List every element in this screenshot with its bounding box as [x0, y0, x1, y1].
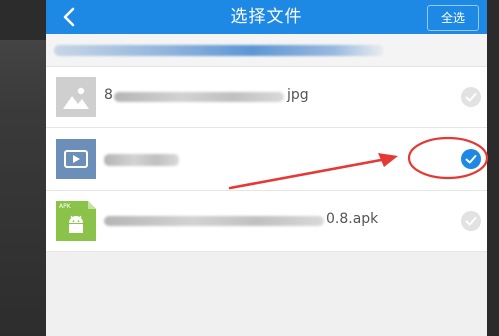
file-row[interactable]: 8 jpg [46, 67, 487, 128]
select-checkbox[interactable] [461, 87, 481, 107]
file-extension: jpg [287, 87, 309, 103]
select-checkbox-checked[interactable] [461, 149, 481, 169]
file-name-prefix: 8 [104, 87, 113, 103]
image-icon [56, 77, 96, 117]
file-name-blurred [114, 92, 284, 102]
file-row[interactable]: APK 0.8.apk [46, 191, 487, 252]
background-left-bar [0, 0, 46, 40]
file-picker-window: 选择文件 全选 8 jpg APK 0.8.apk [46, 0, 487, 336]
background-left [0, 0, 46, 336]
screen: 选择文件 全选 8 jpg APK 0.8.apk [0, 0, 499, 336]
file-name-blurred [104, 216, 324, 226]
checkmark-icon [465, 93, 477, 102]
path-bar[interactable] [46, 34, 487, 67]
background-right [487, 0, 499, 336]
empty-list-area [46, 252, 487, 336]
file-name-blurred [104, 154, 179, 166]
apk-icon: APK [56, 201, 96, 241]
checkmark-icon [465, 217, 477, 226]
select-all-button[interactable]: 全选 [427, 5, 479, 31]
file-extension: 0.8.apk [326, 211, 379, 227]
file-row-selected[interactable] [46, 128, 487, 191]
path-text-blurred [54, 45, 384, 56]
select-checkbox[interactable] [461, 211, 481, 231]
video-icon [56, 139, 96, 179]
title-bar: 选择文件 全选 [46, 0, 487, 34]
checkmark-icon [465, 155, 477, 164]
page-title: 选择文件 [230, 7, 303, 27]
apk-badge: APK [59, 203, 71, 210]
